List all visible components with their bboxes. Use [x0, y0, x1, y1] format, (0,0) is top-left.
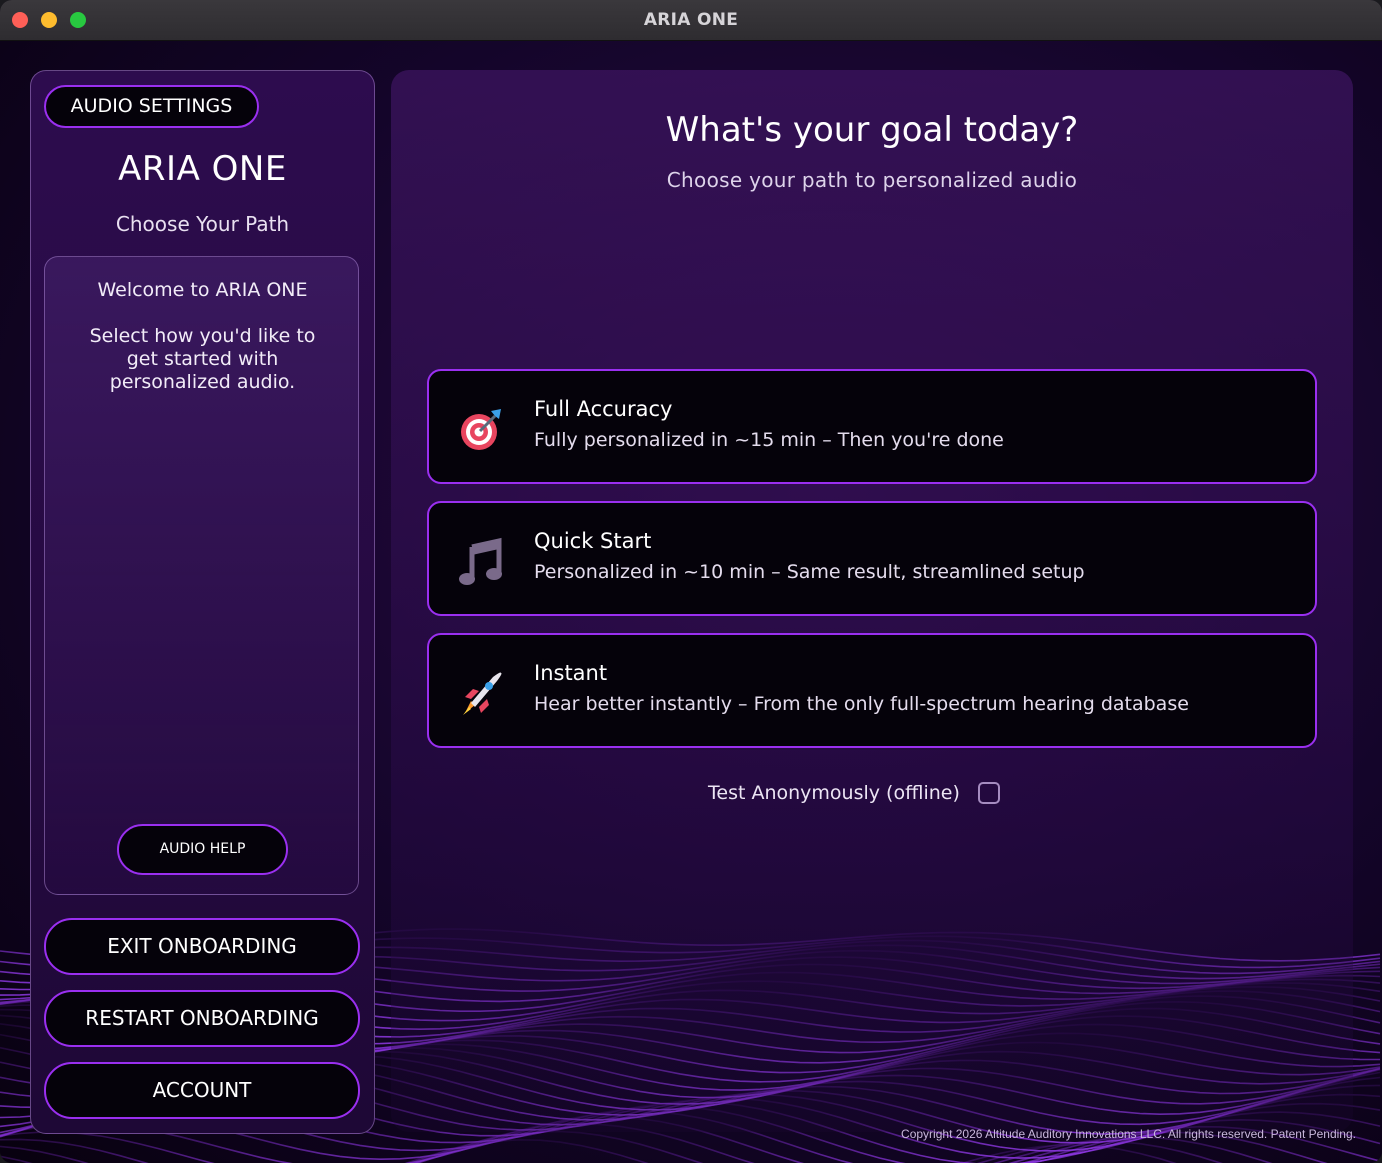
page-subtitle: Choose your path to personalized audio	[666, 168, 1078, 192]
welcome-title: Welcome to ARIA ONE	[97, 279, 308, 301]
main-panel: What's your goal today? Choose your path…	[391, 70, 1353, 1132]
target-dart-icon	[461, 409, 501, 450]
anonymous-checkbox[interactable]	[978, 782, 1000, 804]
option-description: Fully personalized in ~15 min – Then you…	[534, 429, 1004, 451]
option-full-accuracy[interactable]: Full Accuracy Fully personalized in ~15 …	[427, 369, 1317, 484]
app-window: ARIA ONE AUDIO SETTINGS ARIA ONE Choose …	[0, 0, 1382, 1163]
option-title: Quick Start	[534, 529, 652, 553]
option-quick-start[interactable]: Quick Start Personalized in ~10 min – Sa…	[427, 501, 1317, 616]
title-bar: ARIA ONE	[0, 0, 1382, 41]
option-title: Full Accuracy	[534, 397, 673, 421]
music-note-icon	[459, 537, 502, 585]
copyright-text: Copyright 2026 Altitude Auditory Innovat…	[901, 1127, 1356, 1141]
welcome-card: Welcome to ARIA ONE Select how you'd lik…	[44, 256, 359, 895]
welcome-text: Select how you'd like to get started wit…	[89, 325, 316, 393]
audio-settings-button[interactable]: AUDIO SETTINGS	[44, 85, 259, 128]
content-area: AUDIO SETTINGS ARIA ONE Choose Your Path…	[0, 41, 1382, 1163]
option-description: Hear better instantly – From the only fu…	[534, 693, 1189, 715]
app-name: ARIA ONE	[118, 149, 287, 189]
option-description: Personalized in ~10 min – Same result, s…	[534, 561, 1085, 583]
exit-onboarding-button[interactable]: EXIT ONBOARDING	[44, 918, 360, 975]
sidebar-subtitle: Choose Your Path	[115, 212, 290, 236]
audio-help-button[interactable]: AUDIO HELP	[117, 824, 288, 875]
anonymous-label: Test Anonymously (offline)	[708, 782, 960, 804]
rocket-icon	[463, 672, 502, 715]
option-instant[interactable]: Instant Hear better instantly – From the…	[427, 633, 1317, 748]
account-button[interactable]: ACCOUNT	[44, 1062, 360, 1119]
window-title: ARIA ONE	[643, 10, 739, 30]
restart-onboarding-button[interactable]: RESTART ONBOARDING	[44, 990, 360, 1047]
sidebar: AUDIO SETTINGS ARIA ONE Choose Your Path…	[30, 70, 375, 1134]
option-title: Instant	[534, 661, 608, 685]
page-title: What's your goal today?	[665, 110, 1079, 150]
